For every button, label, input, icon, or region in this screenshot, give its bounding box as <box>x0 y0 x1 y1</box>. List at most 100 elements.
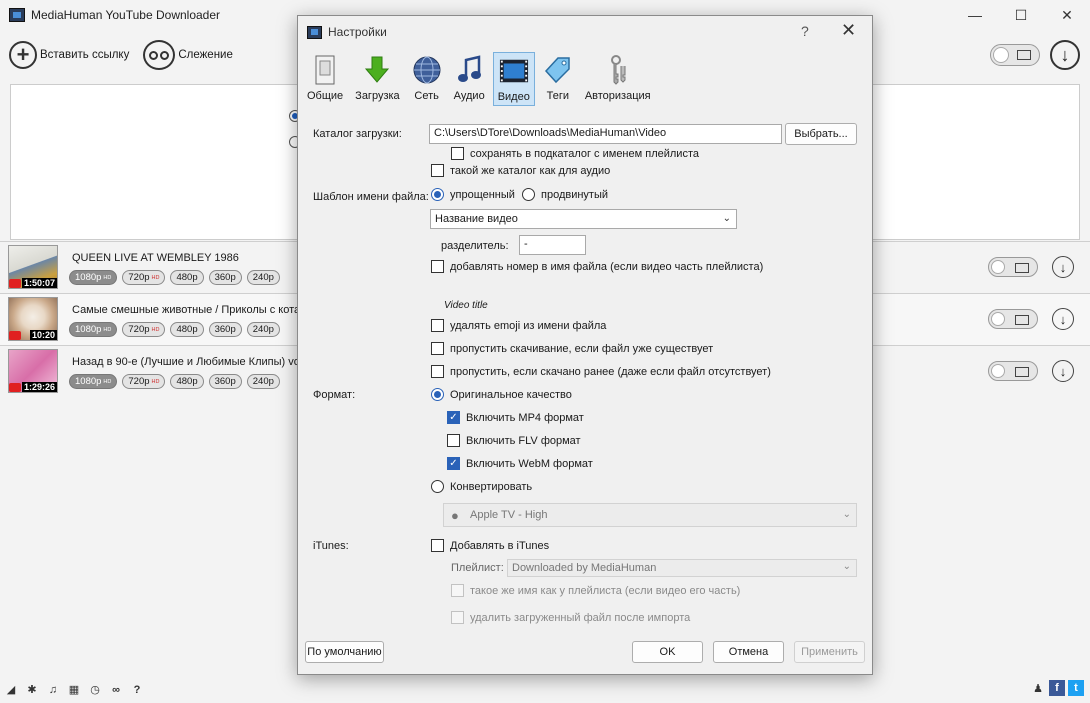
duration: 1:29:26 <box>21 382 57 392</box>
download-all-button[interactable]: ↓ <box>1050 40 1080 70</box>
subdir-playlist-checkbox[interactable]: сохранять в подкаталог с именем плейлист… <box>451 147 699 160</box>
checkbox-box: ✓ <box>447 457 460 470</box>
quality-240p[interactable]: 240p <box>246 322 280 337</box>
row-download-button[interactable]: ↓ <box>1052 360 1074 382</box>
separator-field[interactable]: - <box>519 235 586 255</box>
globe-icon <box>412 54 442 86</box>
gear-icon[interactable]: ✱ <box>22 683 42 696</box>
original-quality-radio[interactable]: Оригинальное качество <box>431 388 572 401</box>
radio-dot <box>431 188 444 201</box>
quality-360p[interactable]: 360p <box>208 322 242 337</box>
download-dir-field[interactable]: C:\Users\DTore\Downloads\MediaHuman\Vide… <box>429 124 782 144</box>
toggle-knob <box>993 47 1009 63</box>
quality-240p[interactable]: 240p <box>246 374 280 389</box>
help-button[interactable]: ? <box>801 23 809 39</box>
users-icon[interactable]: ♟ <box>1030 680 1046 696</box>
apply-button[interactable]: Применить <box>794 641 865 663</box>
quality-1080p[interactable]: 1080p HD <box>69 322 118 337</box>
row-video-toggle[interactable] <box>988 257 1038 277</box>
convert-radio[interactable]: Конвертировать <box>431 480 532 493</box>
youtube-icon <box>9 279 21 288</box>
minimize-button[interactable]: — <box>952 0 998 30</box>
row-download-button[interactable]: ↓ <box>1052 308 1074 330</box>
tab-video[interactable]: Видео <box>492 52 535 106</box>
quality-360p[interactable]: 360p <box>208 374 242 389</box>
quality-options: 1080p HD 720p HD 480p 360p 240p <box>69 322 280 337</box>
quality-1080p[interactable]: 1080p HD <box>69 374 118 389</box>
separator-label: разделитель: <box>441 240 509 252</box>
template-select[interactable]: Название видео ⌄ <box>430 209 737 229</box>
film-icon <box>1015 263 1029 273</box>
playlist-select[interactable]: Downloaded by MediaHuman ⌄ <box>507 559 857 577</box>
row-video-toggle[interactable] <box>988 361 1038 381</box>
flv-checkbox[interactable]: Включить FLV формат <box>447 434 581 447</box>
video-mode-toggle[interactable] <box>990 44 1040 66</box>
browse-button[interactable]: Выбрать... <box>785 123 857 145</box>
video-thumbnail: 10:20 <box>8 297 58 341</box>
quality-360p[interactable]: 360p <box>208 270 242 285</box>
quality-1080p[interactable]: 1080p HD <box>69 270 118 285</box>
close-dialog-button[interactable]: ✕ <box>841 20 856 41</box>
quality-720p[interactable]: 720p HD <box>122 374 166 389</box>
music-icon[interactable]: ♫ <box>43 684 63 696</box>
tracking-label: Слежение <box>178 49 233 61</box>
itunes-label: iTunes: <box>313 540 349 552</box>
quality-480p[interactable]: 480p <box>170 322 204 337</box>
row-video-toggle[interactable] <box>988 309 1038 329</box>
skip-existing-checkbox[interactable]: пропустить скачивание, если файл уже сущ… <box>431 342 713 355</box>
youtube-icon <box>9 331 21 340</box>
quality-480p[interactable]: 480p <box>170 374 204 389</box>
settings-dialog: Настройки ? ✕ Общие Загрузка Сеть Аудио … <box>297 15 873 675</box>
film-small-icon[interactable]: ▦ <box>64 683 84 696</box>
tab-network[interactable]: Сеть <box>408 52 446 106</box>
row-download-button[interactable]: ↓ <box>1052 256 1074 278</box>
mp4-checkbox[interactable]: ✓ Включить MP4 формат <box>447 411 584 424</box>
binoculars-small-icon[interactable]: ∞ <box>106 684 126 696</box>
cancel-button[interactable]: Отмена <box>713 641 784 663</box>
duration: 10:20 <box>29 330 57 340</box>
checkbox-box <box>431 539 444 552</box>
webm-checkbox[interactable]: ✓ Включить WebM формат <box>447 457 593 470</box>
ok-button[interactable]: OK <box>632 641 703 663</box>
checkbox-box <box>451 147 464 160</box>
download-dir-label: Каталог загрузки: <box>313 128 402 140</box>
help-icon[interactable]: ? <box>127 684 147 696</box>
template-advanced-radio[interactable]: продвинутый <box>522 188 608 201</box>
tracking-button[interactable]: Слежение <box>143 40 233 70</box>
window-controls: — ☐ ✕ <box>952 0 1090 30</box>
add-itunes-checkbox[interactable]: Добавлять в iTunes <box>431 539 549 552</box>
broom-icon[interactable]: ◢ <box>1 683 21 696</box>
quality-480p[interactable]: 480p <box>170 270 204 285</box>
clock-icon[interactable]: ◷ <box>85 683 105 696</box>
template-simple-radio[interactable]: упрощенный <box>431 188 515 201</box>
filename-preview: Video title <box>444 300 488 311</box>
remove-emoji-checkbox[interactable]: удалять emoji из имени файла <box>431 319 606 332</box>
tab-general[interactable]: Общие <box>303 52 347 106</box>
convert-preset-select[interactable]: ● Apple TV - High ⌄ <box>443 503 857 527</box>
maximize-button[interactable]: ☐ <box>998 0 1044 30</box>
paste-link-button[interactable]: + Вставить ссылку <box>9 41 129 69</box>
tab-audio[interactable]: Аудио <box>450 52 489 106</box>
twitter-icon[interactable]: t <box>1068 680 1084 696</box>
tab-download[interactable]: Загрузка <box>351 52 403 106</box>
tab-tags[interactable]: Теги <box>539 52 577 106</box>
row-controls: ↓ <box>988 308 1074 330</box>
same-as-audio-checkbox[interactable]: такой же каталог как для аудио <box>431 164 610 177</box>
quality-options: 1080p HD 720p HD 480p 360p 240p <box>69 374 280 389</box>
checkbox-box <box>431 319 444 332</box>
add-number-checkbox[interactable]: добавлять номер в имя файла (если видео … <box>431 260 763 273</box>
delete-after-import-checkbox[interactable]: удалить загруженный файл после импорта <box>451 611 690 624</box>
quality-240p[interactable]: 240p <box>246 270 280 285</box>
same-name-playlist-checkbox[interactable]: такое же имя как у плейлиста (если видео… <box>451 584 740 597</box>
close-button[interactable]: ✕ <box>1044 0 1090 30</box>
video-thumbnail: 1:50:07 <box>8 245 58 289</box>
tab-authorization[interactable]: Авторизация <box>581 52 655 106</box>
video-title: QUEEN LIVE AT WEMBLEY 1986 <box>72 252 239 264</box>
facebook-icon[interactable]: f <box>1049 680 1065 696</box>
quality-720p[interactable]: 720p HD <box>122 270 166 285</box>
skip-downloaded-checkbox[interactable]: пропустить, если скачано ранее (даже есл… <box>431 365 771 378</box>
settings-tabs: Общие Загрузка Сеть Аудио Видео Теги Авт… <box>303 52 659 106</box>
defaults-button[interactable]: По умолчанию <box>305 641 384 663</box>
download-arrow-icon <box>362 54 392 86</box>
quality-720p[interactable]: 720p HD <box>122 322 166 337</box>
